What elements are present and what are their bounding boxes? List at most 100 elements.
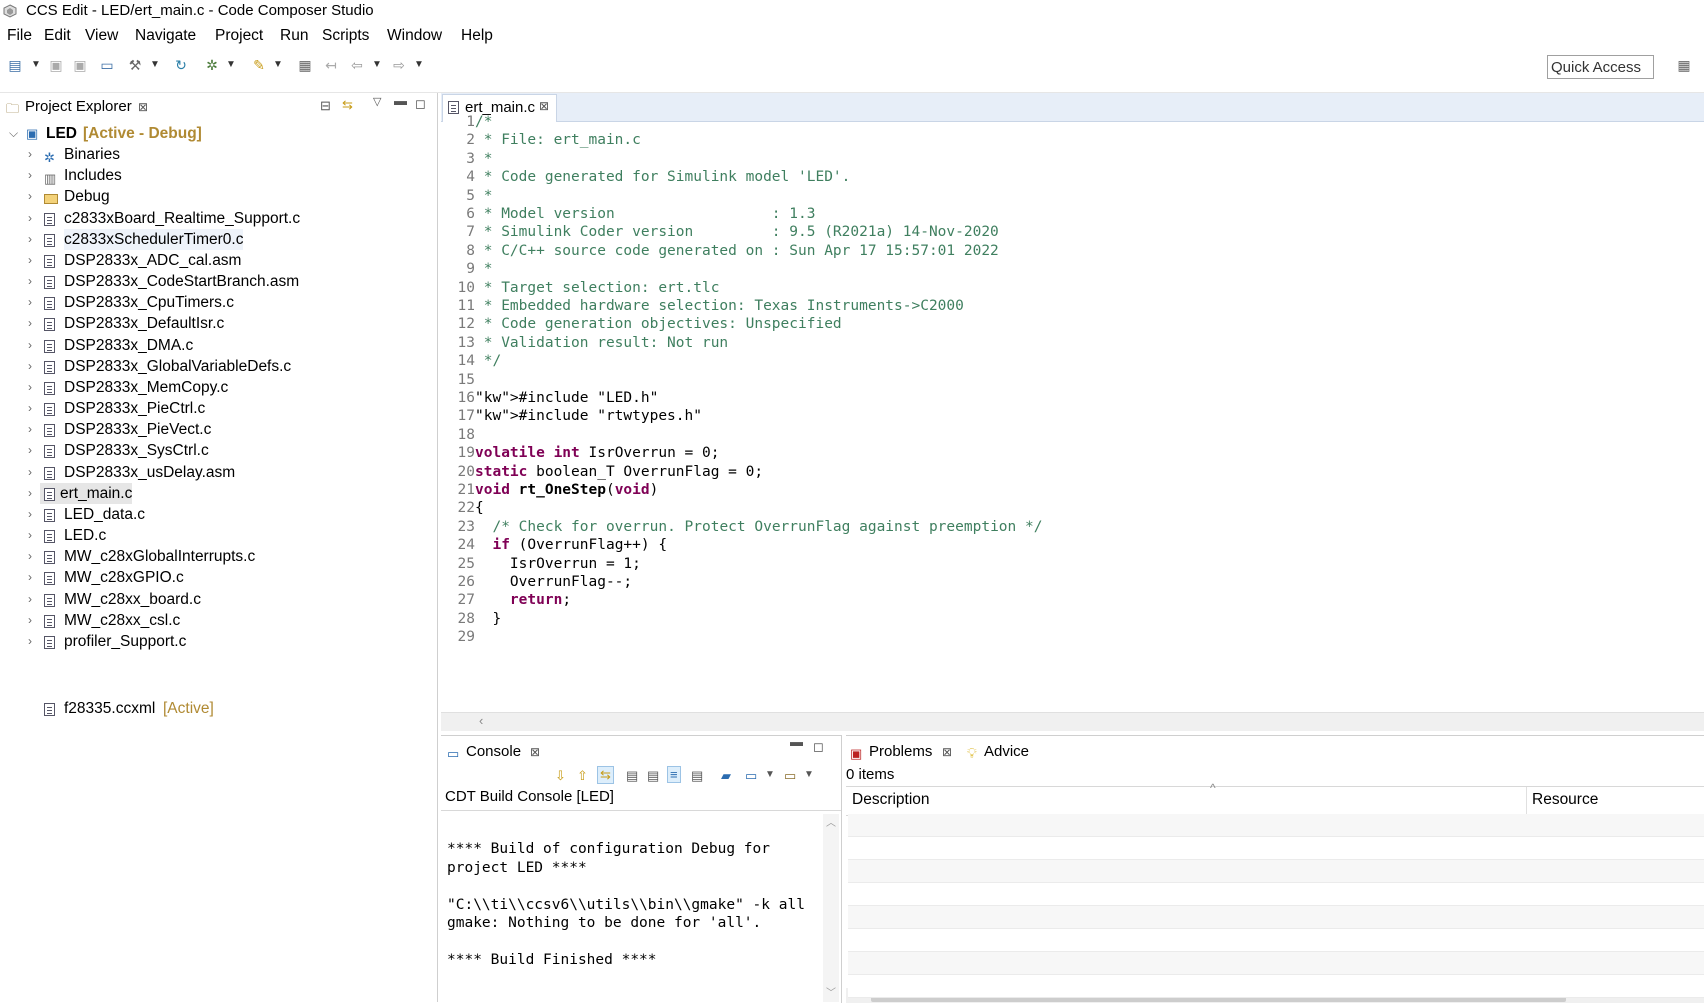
tree-project-led[interactable]: ⌵ ▣ LED [Active - Debug]: [0, 123, 437, 144]
tree-item[interactable]: › c2833xBoard_Realtime_Support.c: [0, 208, 437, 229]
close-icon[interactable]: ⊠: [530, 740, 540, 764]
chevron-right-icon[interactable]: ›: [28, 440, 32, 461]
tree-item[interactable]: › Debug: [0, 186, 437, 207]
menu-edit[interactable]: Edit: [44, 27, 71, 45]
forward-dropdown-icon[interactable]: ▼: [414, 56, 424, 74]
collapse-all-icon[interactable]: ⊟: [320, 98, 331, 114]
new-icon[interactable]: ▤: [6, 56, 24, 74]
tab-console[interactable]: ▭ Console ⊠: [447, 740, 547, 766]
debug-icon[interactable]: ✲: [203, 56, 221, 74]
code-line[interactable]: 28 }: [441, 609, 502, 629]
copy-build-log-icon[interactable]: ▤: [626, 768, 638, 784]
tab-advice[interactable]: 💡︎ Advice: [967, 740, 1047, 766]
tree-item[interactable]: › DSP2833x_SysCtrl.c: [0, 440, 437, 461]
menu-window[interactable]: Window: [387, 27, 442, 45]
scroll-up-icon[interactable]: ︿: [826, 814, 836, 829]
console-vertical-scrollbar[interactable]: ︿ ﹀: [823, 814, 839, 1002]
chevron-right-icon[interactable]: ›: [28, 165, 32, 186]
code-line[interactable]: 5 *: [441, 186, 492, 206]
back-dropdown-icon[interactable]: ▼: [372, 56, 382, 74]
code-line[interactable]: 16"kw">#include "LED.h": [441, 388, 659, 408]
code-line[interactable]: 2 * File: ert_main.c: [441, 130, 641, 150]
editor-horizontal-scrollbar[interactable]: ‹: [441, 712, 1704, 731]
flash-dropdown-icon[interactable]: ▼: [273, 56, 283, 74]
refresh-icon[interactable]: ↻: [172, 56, 190, 74]
code-line[interactable]: 8 * C/C++ source code generated on : Sun…: [441, 241, 999, 261]
chevron-right-icon[interactable]: ›: [28, 483, 32, 504]
menu-view[interactable]: View: [85, 27, 118, 45]
window-icon[interactable]: ▦: [296, 56, 314, 74]
menu-scripts[interactable]: Scripts: [322, 27, 369, 45]
menu-project[interactable]: Project: [215, 27, 263, 45]
chevron-right-icon[interactable]: ›: [28, 462, 32, 483]
tree-item[interactable]: › MW_c28xx_csl.c: [0, 610, 437, 631]
code-line[interactable]: 4 * Code generated for Simulink model 'L…: [441, 167, 850, 187]
menu-help[interactable]: Help: [461, 27, 493, 45]
tree-item[interactable]: › ✲ Binaries: [0, 144, 437, 165]
column-description[interactable]: Description: [852, 791, 930, 809]
tree-item[interactable]: › profiler_Support.c: [0, 631, 437, 652]
code-line[interactable]: 26 OverrunFlag--;: [441, 572, 633, 592]
menu-file[interactable]: File: [7, 27, 32, 45]
maximize-icon[interactable]: ◻: [813, 739, 824, 755]
code-line[interactable]: 20static boolean_T OverrunFlag = 0;: [441, 462, 764, 482]
minimize-icon[interactable]: ▬: [394, 93, 407, 108]
scroll-left-icon[interactable]: ‹: [479, 713, 483, 728]
chevron-right-icon[interactable]: ›: [28, 610, 32, 631]
chevron-right-icon[interactable]: ›: [28, 589, 32, 610]
tree-item[interactable]: › LED_data.c: [0, 504, 437, 525]
tree-item[interactable]: › MW_c28xx_board.c: [0, 589, 437, 610]
code-line[interactable]: 19volatile int IsrOverrun = 0;: [441, 443, 720, 463]
code-line[interactable]: 15: [441, 370, 475, 390]
link-editor-icon[interactable]: ⇆: [342, 97, 353, 113]
clear-console-icon[interactable]: ▤: [691, 768, 703, 784]
code-line[interactable]: 7 * Simulink Coder version : 9.5 (R2021a…: [441, 222, 999, 242]
chevron-right-icon[interactable]: ›: [28, 356, 32, 377]
chevron-right-icon[interactable]: ›: [28, 208, 32, 229]
next-error-icon[interactable]: ⇩: [555, 768, 566, 784]
open-console-icon[interactable]: ▭: [784, 768, 796, 784]
code-line[interactable]: 24 if (OverrunFlag++) {: [441, 535, 668, 555]
display-console-icon[interactable]: ▭: [745, 768, 757, 784]
chevron-right-icon[interactable]: ›: [28, 313, 32, 334]
flash-icon[interactable]: ✎: [250, 56, 268, 74]
save-icon[interactable]: ▣: [47, 56, 65, 74]
menu-run[interactable]: Run: [280, 27, 308, 45]
back-icon[interactable]: ⇦: [348, 56, 366, 74]
tree-item[interactable]: › ▥ Includes: [0, 165, 437, 186]
tree-item[interactable]: › DSP2833x_usDelay.asm: [0, 462, 437, 483]
code-line[interactable]: 18: [441, 425, 475, 445]
code-line[interactable]: 21void rt_OneStep(void): [441, 480, 659, 500]
code-line[interactable]: 23 /* Check for overrun. Protect Overrun…: [441, 517, 1043, 537]
perspective-icon[interactable]: ▦: [1675, 56, 1693, 74]
tree-item[interactable]: › MW_c28xGPIO.c: [0, 567, 437, 588]
code-line[interactable]: 3 *: [441, 149, 492, 169]
menu-navigate[interactable]: Navigate: [135, 27, 196, 45]
column-resource[interactable]: Resource: [1532, 791, 1598, 809]
tab-problems[interactable]: ▣ Problems ⊠: [850, 740, 958, 766]
chevron-right-icon[interactable]: ›: [28, 271, 32, 292]
chevron-right-icon[interactable]: ›: [28, 419, 32, 440]
tree-item-ccxml[interactable]: f28335.ccxml [Active]: [0, 698, 437, 719]
code-line[interactable]: 17"kw">#include "rtwtypes.h": [441, 406, 702, 426]
terminal-icon[interactable]: ▭: [98, 56, 116, 74]
chevron-right-icon[interactable]: ›: [28, 144, 32, 165]
chevron-right-icon[interactable]: ›: [28, 186, 32, 207]
build-dropdown-icon[interactable]: ▼: [150, 56, 160, 74]
chevron-right-icon[interactable]: ›: [28, 229, 32, 250]
code-line[interactable]: 12 * Code generation objectives: Unspeci…: [441, 314, 842, 334]
open-console-dropdown-icon[interactable]: ▼: [804, 769, 814, 780]
display-dropdown-icon[interactable]: ▼: [765, 769, 775, 780]
code-line[interactable]: 13 * Validation result: Not run: [441, 333, 729, 353]
previous-error-icon[interactable]: ⇧: [577, 768, 588, 784]
quick-access-input[interactable]: Quick Access: [1547, 55, 1654, 79]
tree-item[interactable]: › DSP2833x_PieVect.c: [0, 419, 437, 440]
code-line[interactable]: 10 * Target selection: ert.tlc: [441, 278, 720, 298]
chevron-right-icon[interactable]: ›: [28, 546, 32, 567]
link-console-icon[interactable]: ⇆: [597, 766, 614, 784]
chevron-right-icon[interactable]: ›: [28, 567, 32, 588]
minimize-icon[interactable]: ▬: [790, 734, 803, 749]
chevron-down-icon[interactable]: ⌵: [9, 123, 18, 144]
pin-console-icon[interactable]: ▰: [721, 768, 731, 784]
chevron-right-icon[interactable]: ›: [28, 631, 32, 652]
